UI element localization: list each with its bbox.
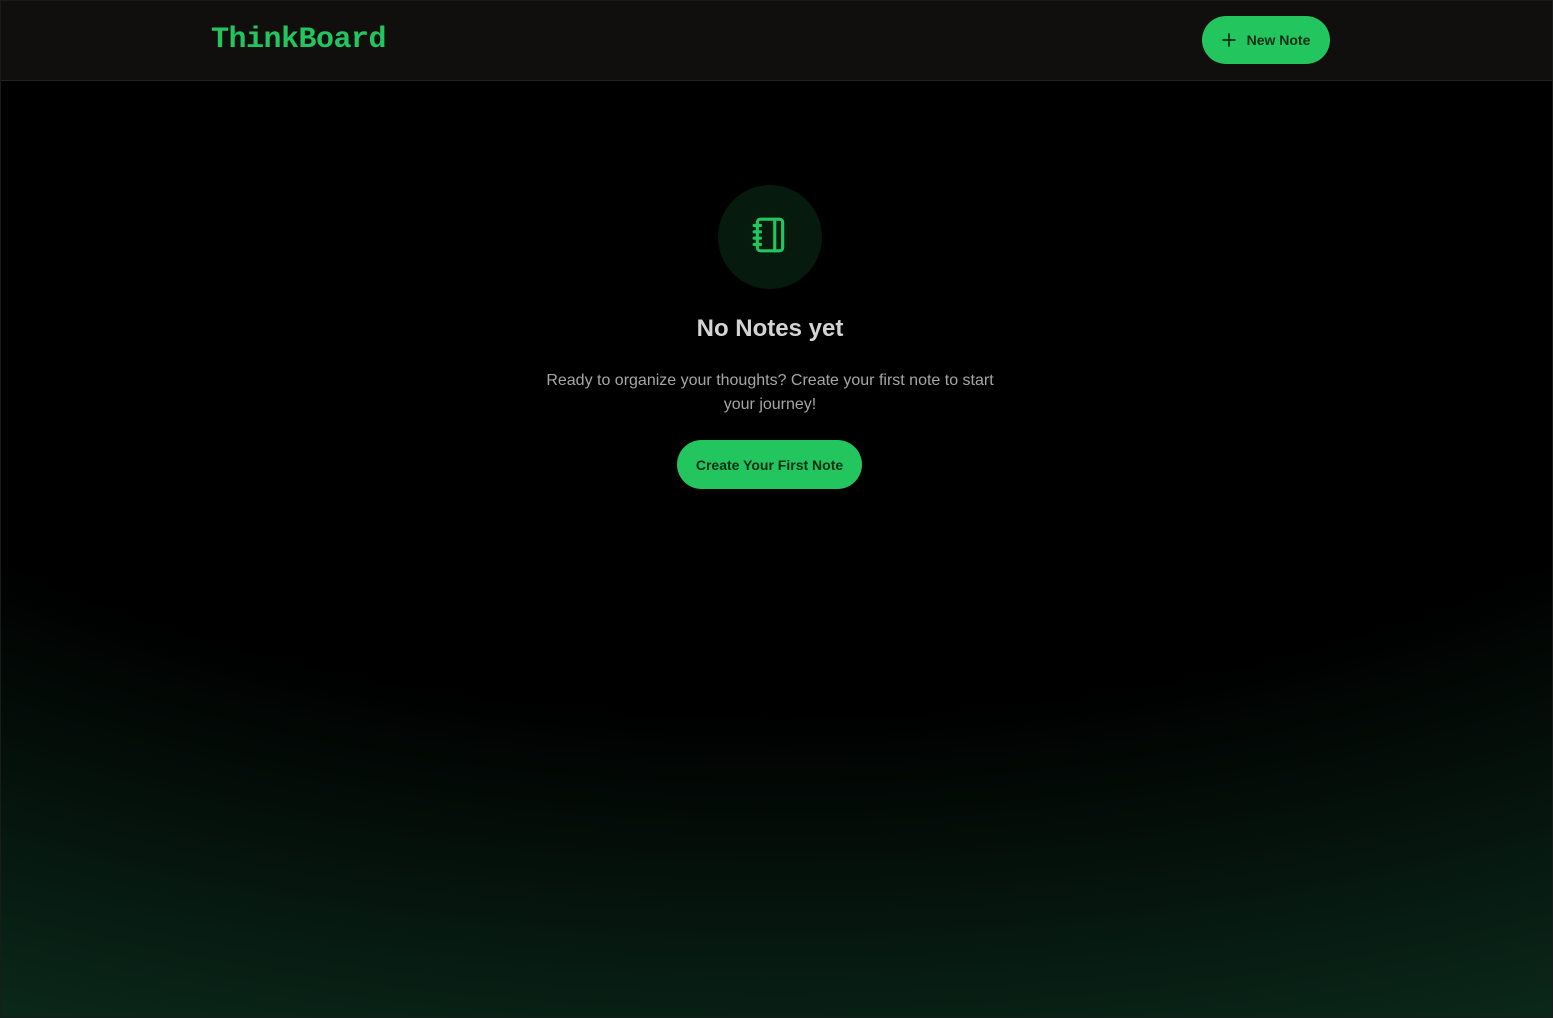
main-content: No Notes yet Ready to organize your thou… [0, 0, 1553, 1018]
notebook-icon [751, 216, 789, 259]
create-first-note-button[interactable]: Create Your First Note [677, 440, 862, 489]
empty-state-description: Ready to organize your thoughts? Create … [546, 372, 994, 413]
empty-state-title: No Notes yet [696, 315, 844, 342]
empty-state-icon-container [718, 185, 822, 289]
